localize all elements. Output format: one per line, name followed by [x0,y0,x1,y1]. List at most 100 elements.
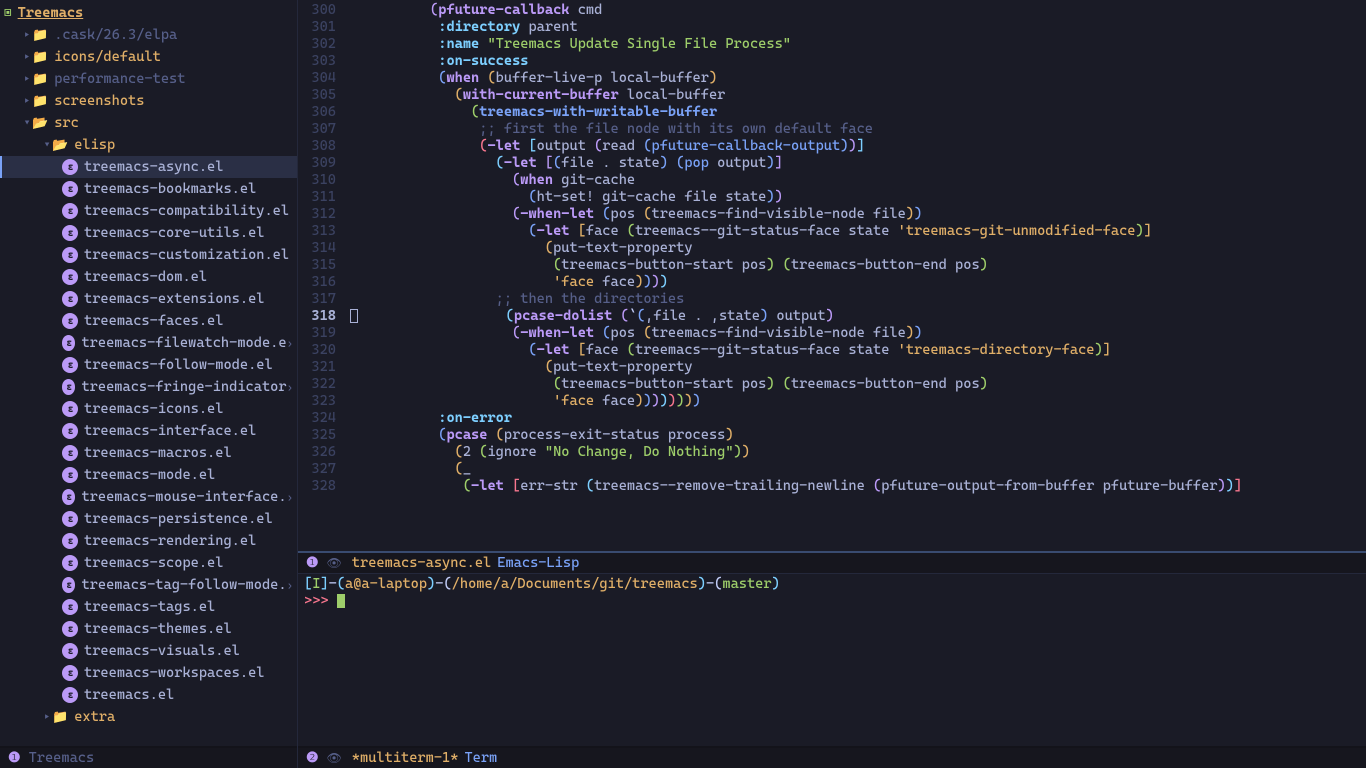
tree-folder[interactable]: ▸📁screenshots [0,90,297,112]
tree-folder[interactable]: ▸📁performance-test [0,68,297,90]
code-line[interactable]: 321 (put-text-property [298,359,1366,376]
elisp-file-icon: ε [62,687,78,703]
tree-folder[interactable]: ▸📁.cask/26.3/elpa [0,24,297,46]
tree-file[interactable]: εtreemacs-persistence.el [0,508,297,530]
code-content: (-let [face (treemacs--git-status-face s… [348,223,1366,240]
elisp-file-icon: ε [62,511,78,527]
code-line[interactable]: 315 (treemacs-button-start pos) (treemac… [298,257,1366,274]
tree-file[interactable]: εtreemacs-tags.el [0,596,297,618]
tree-file[interactable]: εtreemacs-rendering.el [0,530,297,552]
line-number: 315 [298,257,348,274]
line-number: 307 [298,121,348,138]
tree-file[interactable]: εtreemacs-mode.el [0,464,297,486]
code-line[interactable]: 305 (with-current-buffer local-buffer [298,87,1366,104]
code-line[interactable]: 323 'face face)))))))) [298,393,1366,410]
line-number: 305 [298,87,348,104]
tree-root[interactable]: ▣ Treemacs [0,2,297,24]
code-line[interactable]: 322 (treemacs-button-start pos) (treemac… [298,376,1366,393]
code-line[interactable]: 306 (treemacs-with-writable-buffer [298,104,1366,121]
code-line[interactable]: 311 (ht-set! git-cache file state)) [298,189,1366,206]
code-content: (-let [face (treemacs--git-status-face s… [348,342,1366,359]
code-editor[interactable]: 300 (pfuture-callback cmd301 :directory … [298,0,1366,551]
tree-folder-extra[interactable]: ▸ 📁 extra [0,706,297,728]
tree-file[interactable]: εtreemacs-follow-mode.el [0,354,297,376]
tree-file[interactable]: εtreemacs-interface.el [0,420,297,442]
code-line[interactable]: 319 (-when-let (pos (treemacs-find-visib… [298,325,1366,342]
tree-file[interactable]: εtreemacs-customization.el [0,244,297,266]
code-line[interactable]: 327 (_ [298,461,1366,478]
code-line[interactable]: 303 :on-success [298,53,1366,70]
code-content: (when (buffer-live-p local-buffer) [348,70,1366,87]
code-line[interactable]: 300 (pfuture-callback cmd [298,2,1366,19]
tree-file[interactable]: εtreemacs-bookmarks.el [0,178,297,200]
tree-file[interactable]: εtreemacs-compatibility.el [0,200,297,222]
tree-file[interactable]: εtreemacs.el [0,684,297,706]
elisp-file-icon: ε [62,577,75,593]
tree-file[interactable]: εtreemacs-visuals.el [0,640,297,662]
folder-icon: 📂 [52,138,68,153]
tree-file[interactable]: εtreemacs-scope.el [0,552,297,574]
tree-file[interactable]: εtreemacs-async.el [0,156,297,178]
line-number: 304 [298,70,348,87]
tree-file[interactable]: εtreemacs-dom.el [0,266,297,288]
tree-file[interactable]: εtreemacs-macros.el [0,442,297,464]
eye-icon: 👁 [327,556,342,570]
code-line[interactable]: 325 (pcase (process-exit-status process) [298,427,1366,444]
expand-icon: ▸ [22,74,32,85]
code-line[interactable]: 314 (put-text-property [298,240,1366,257]
tree-file[interactable]: εtreemacs-tag-follow-mode.› [0,574,297,596]
tree-file[interactable]: εtreemacs-core-utils.el [0,222,297,244]
tree-file[interactable]: εtreemacs-workspaces.el [0,662,297,684]
window-number: ❶ [8,750,21,766]
code-line[interactable]: 312 (-when-let (pos (treemacs-find-visib… [298,206,1366,223]
line-number: 319 [298,325,348,342]
code-line[interactable]: 301 :directory parent [298,19,1366,36]
folder-icon: 📁 [32,50,48,65]
code-line[interactable]: 310 (when git-cache [298,172,1366,189]
tree-file[interactable]: εtreemacs-extensions.el [0,288,297,310]
code-line[interactable]: 304 (when (buffer-live-p local-buffer) [298,70,1366,87]
code-line[interactable]: 317 ;; then the directories [298,291,1366,308]
expand-icon: ▸ [22,52,32,63]
terminal-pane[interactable]: [I]-(a@a-laptop)-(/home/a/Documents/git/… [298,573,1366,768]
code-content: :name "Treemacs Update Single File Proce… [348,36,1366,53]
file-label: treemacs-faces.el [84,313,223,329]
code-content: (-let [(file . state) (pop output)] [348,155,1366,172]
line-number: 326 [298,444,348,461]
file-label: treemacs-interface.el [84,423,256,439]
tree-folder[interactable]: ▾📂elisp [0,134,297,156]
code-line[interactable]: 320 (-let [face (treemacs--git-status-fa… [298,342,1366,359]
code-line[interactable]: 307 ;; first the file node with its own … [298,121,1366,138]
tree-file[interactable]: εtreemacs-faces.el [0,310,297,332]
eye-icon: 👁 [327,751,342,765]
code-line[interactable]: 308 (-let [output (read (pfuture-callbac… [298,138,1366,155]
code-line[interactable]: 326 (2 (ignore "No Change, Do Nothing")) [298,444,1366,461]
code-line[interactable]: 318 (pcase-dolist (`(,file . ,state) out… [298,308,1366,325]
folder-label: extra [74,709,115,725]
line-number: 324 [298,410,348,427]
line-number: 328 [298,478,348,495]
tree-folder[interactable]: ▾📂src [0,112,297,134]
code-line[interactable]: 313 (-let [face (treemacs--git-status-fa… [298,223,1366,240]
terminal-prompt: [I]-(a@a-laptop)-(/home/a/Documents/git/… [304,576,1360,593]
tree-file[interactable]: εtreemacs-filewatch-mode.e› [0,332,297,354]
code-line[interactable]: 309 (-let [(file . state) (pop output)] [298,155,1366,172]
terminal-input-line[interactable]: >>> [304,593,1360,610]
code-line[interactable]: 324 :on-error [298,410,1366,427]
line-number: 308 [298,138,348,155]
tree-file[interactable]: εtreemacs-fringe-indicator› [0,376,297,398]
file-tree[interactable]: ▣ Treemacs ▸📁.cask/26.3/elpa▸📁icons/defa… [0,0,297,746]
tree-file[interactable]: εtreemacs-icons.el [0,398,297,420]
tree-folder[interactable]: ▸📁icons/default [0,46,297,68]
code-content: (treemacs-button-start pos) (treemacs-bu… [348,257,1366,274]
code-line[interactable]: 328 (-let [err-str (treemacs--remove-tra… [298,478,1366,495]
tree-file[interactable]: εtreemacs-themes.el [0,618,297,640]
code-content: ;; first the file node with its own defa… [348,121,1366,138]
code-line[interactable]: 316 'face face)))) [298,274,1366,291]
file-label: treemacs-scope.el [84,555,223,571]
code-content: (treemacs-button-start pos) (treemacs-bu… [348,376,1366,393]
code-line[interactable]: 302 :name "Treemacs Update Single File P… [298,36,1366,53]
folder-icon: 📁 [52,710,68,725]
file-label: treemacs-visuals.el [84,643,240,659]
tree-file[interactable]: εtreemacs-mouse-interface.› [0,486,297,508]
